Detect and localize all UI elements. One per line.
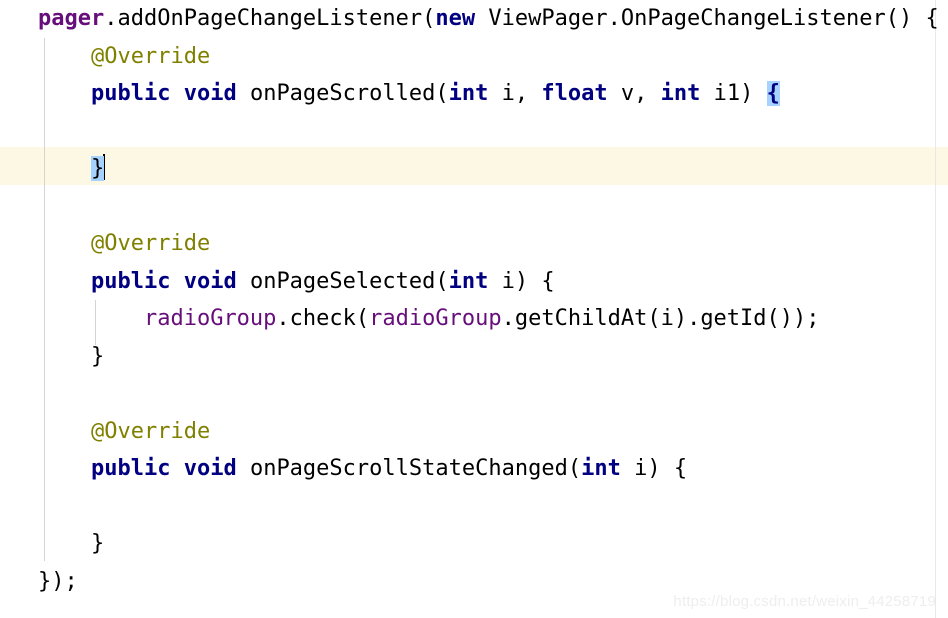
code-token-punct: . xyxy=(276,306,290,331)
code-token-default: i xyxy=(660,306,674,331)
code-token-punct: ) xyxy=(740,81,754,106)
code-token-keyword: void xyxy=(183,81,237,106)
code-token-punct: ( xyxy=(422,6,436,31)
code-token-default: i xyxy=(620,456,648,481)
code-token-default xyxy=(528,269,541,294)
code-token-default: check xyxy=(289,306,356,331)
code-token-punct: } xyxy=(90,531,105,556)
code-token-punct: }); xyxy=(38,568,78,594)
code-token-punct: ) xyxy=(647,456,661,481)
code-token-keyword: void xyxy=(183,456,237,481)
code-token-default: OnPageChangeListener xyxy=(620,6,886,31)
code-token-anno: @Override xyxy=(90,43,211,69)
code-line[interactable]: radioGroup.check(radioGroup.getChildAt(i… xyxy=(0,300,948,338)
watermark-text: https://blog.csdn.net/weixin_44258719 xyxy=(673,593,936,610)
code-line[interactable]: public void onPageSelected(int i) { xyxy=(0,263,948,301)
code-token-keyword: public xyxy=(90,81,171,106)
code-token-punct: ()); xyxy=(766,306,820,331)
code-token-punct: , xyxy=(514,81,542,106)
code-line[interactable] xyxy=(0,113,948,151)
code-token-punct: ) xyxy=(514,268,529,294)
code-token-brace-match: { xyxy=(766,81,780,106)
code-line[interactable]: } xyxy=(0,525,948,563)
code-token-field: pager xyxy=(38,6,105,31)
code-token-punct: () xyxy=(885,6,913,31)
code-token-anno: @Override xyxy=(90,418,211,444)
code-token-keyword: int xyxy=(448,268,489,294)
code-token-keyword: float xyxy=(541,81,608,106)
code-line[interactable]: } xyxy=(0,338,948,376)
code-text-area[interactable]: pager.addOnPageChangeListener(new ViewPa… xyxy=(0,0,948,600)
code-token-default: i1 xyxy=(700,81,741,106)
code-token-default xyxy=(170,269,183,294)
code-line[interactable] xyxy=(0,188,948,226)
code-token-fieldn: radioGroup xyxy=(369,306,502,331)
code-line[interactable]: } xyxy=(0,150,948,188)
code-token-keyword: public xyxy=(90,268,171,294)
code-token-default: ViewPager xyxy=(475,6,608,31)
code-token-default: onPageScrolled xyxy=(236,81,436,106)
code-token-punct: { xyxy=(925,6,939,31)
code-token-punct: . xyxy=(607,6,621,31)
code-token-default: onPageScrollStateChanged xyxy=(236,456,568,481)
code-token-default: addOnPageChangeListener xyxy=(117,6,423,31)
code-token-default xyxy=(912,6,925,31)
code-token-keyword: int xyxy=(660,81,701,106)
code-token-punct: . xyxy=(501,306,515,331)
code-line[interactable]: @Override xyxy=(0,413,948,451)
code-line[interactable] xyxy=(0,488,948,526)
code-line[interactable]: public void onPageScrollStateChanged(int… xyxy=(0,450,948,488)
code-token-punct: { xyxy=(541,268,555,294)
code-token-keyword: void xyxy=(183,268,237,294)
code-token-punct: ( xyxy=(355,306,370,331)
code-token-punct: ( xyxy=(647,306,661,331)
code-line[interactable]: @Override xyxy=(0,38,948,76)
code-token-default: i xyxy=(488,268,515,294)
code-token-default xyxy=(753,81,766,106)
code-token-keyword: public xyxy=(90,456,171,481)
code-token-keyword: int xyxy=(448,81,489,106)
code-token-default xyxy=(170,81,183,106)
code-token-default: getChildAt xyxy=(514,306,648,331)
code-token-default: i xyxy=(488,81,515,106)
code-token-punct: . xyxy=(104,6,118,31)
code-token-punct: { xyxy=(673,456,688,481)
code-token-punct: ( xyxy=(435,81,449,106)
code-line[interactable]: public void onPageScrolled(int i, float … xyxy=(0,75,948,113)
code-line[interactable]: @Override xyxy=(0,225,948,263)
code-token-punct: } xyxy=(90,343,105,369)
code-editor-viewport[interactable]: pager.addOnPageChangeListener(new ViewPa… xyxy=(0,0,948,618)
code-token-default: v xyxy=(607,81,635,106)
code-line[interactable] xyxy=(0,375,948,413)
code-token-punct: , xyxy=(634,81,661,106)
code-token-fieldn: radioGroup xyxy=(143,306,277,331)
code-token-default: getId xyxy=(700,306,767,331)
code-token-anno: @Override xyxy=(90,231,211,256)
code-token-punct: . xyxy=(687,306,701,331)
code-token-punct: ) xyxy=(673,306,688,331)
code-token-keyword: new xyxy=(435,6,476,31)
code-token-keyword: int xyxy=(581,456,621,481)
code-line[interactable]: pager.addOnPageChangeListener(new ViewPa… xyxy=(0,0,948,38)
code-token-punct: ( xyxy=(435,268,449,294)
code-token-brace-match-plain: } xyxy=(90,156,105,181)
code-token-default xyxy=(170,456,183,481)
code-token-punct: ( xyxy=(567,456,582,481)
code-token-default xyxy=(661,456,674,481)
code-token-default: onPageSelected xyxy=(236,268,436,294)
